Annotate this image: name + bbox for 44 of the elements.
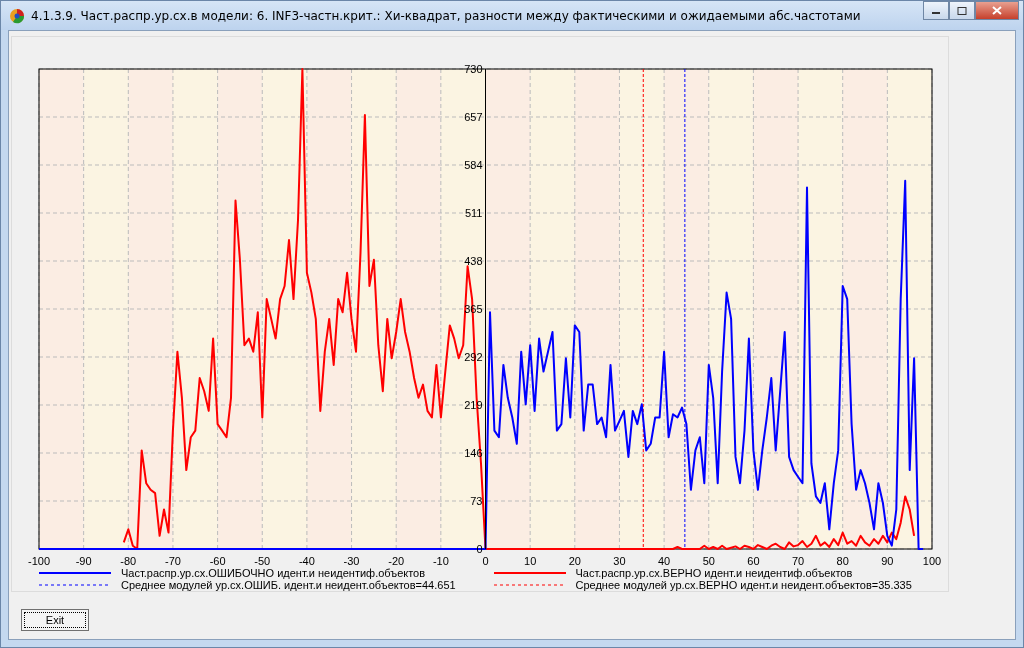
x-tick-label: -90 — [75, 555, 92, 567]
x-tick-label: 50 — [702, 555, 715, 567]
legend-line-icon — [493, 570, 566, 576]
legend-label: Част.распр.ур.сх.ОШИБОЧНО идент.и неидентиф.объектов — [121, 567, 426, 579]
y-tick-label: 73 — [470, 495, 483, 507]
x-tick-label: 70 — [791, 555, 805, 567]
x-tick-label: 60 — [747, 555, 760, 567]
legend-dash-icon — [39, 582, 111, 588]
y-tick-label: 0 — [476, 543, 483, 555]
x-tick-label: -100 — [28, 555, 50, 567]
legend-label: Част.распр.ур.сх.ВЕРНО идент.и неидентиф.объектов — [575, 567, 853, 579]
maximize-button[interactable] — [949, 1, 975, 20]
x-tick-label: 40 — [657, 555, 671, 567]
x-tick-label: 20 — [568, 555, 581, 567]
legend-label: Среднее модулей ур.сх.ОШИБ. идент.и неидент.объектов=44.651 — [121, 579, 456, 591]
app-icon — [9, 7, 25, 24]
x-tick-label: -60 — [209, 555, 226, 567]
legend-dash-icon — [493, 582, 566, 588]
y-tick-label: 584 — [464, 159, 483, 171]
legend-line-icon — [39, 570, 111, 576]
x-tick-label: 0 — [482, 555, 489, 567]
x-tick-label: -40 — [298, 555, 315, 567]
maximize-icon — [957, 6, 967, 15]
exit-button[interactable]: Exit — [21, 609, 89, 631]
x-tick-label: -50 — [254, 555, 271, 567]
x-tick-label: 90 — [881, 555, 894, 567]
legend-label: Среднее модулей ур.сх.ВЕРНО идент.и неидент.объектов=35.335 — [575, 579, 912, 591]
x-tick-label: -20 — [388, 555, 405, 567]
close-icon — [992, 6, 1002, 15]
x-tick-label: -10 — [432, 555, 449, 567]
x-tick-label: 10 — [524, 555, 537, 567]
x-tick-label: 100 — [922, 555, 942, 567]
x-tick-label: -30 — [343, 555, 360, 567]
close-button[interactable] — [975, 1, 1019, 20]
minimize-button[interactable] — [923, 1, 949, 20]
x-tick-label: 30 — [613, 555, 626, 567]
y-tick-label: 438 — [464, 255, 483, 267]
x-tick-label: -70 — [165, 555, 181, 567]
y-tick-label: 511 — [464, 207, 483, 219]
window-title: 4.1.3.9. Част.распр.ур.сх.в модели: 6. INF3-частн.крит.: Хи-квадрат, разности между фактическими и ожидаемыми абс.частотами — [31, 8, 862, 23]
y-tick-label: 730 — [464, 63, 483, 75]
y-tick-label: 657 — [464, 111, 483, 123]
x-tick-label: -80 — [120, 555, 137, 567]
x-tick-label: 80 — [836, 555, 849, 567]
